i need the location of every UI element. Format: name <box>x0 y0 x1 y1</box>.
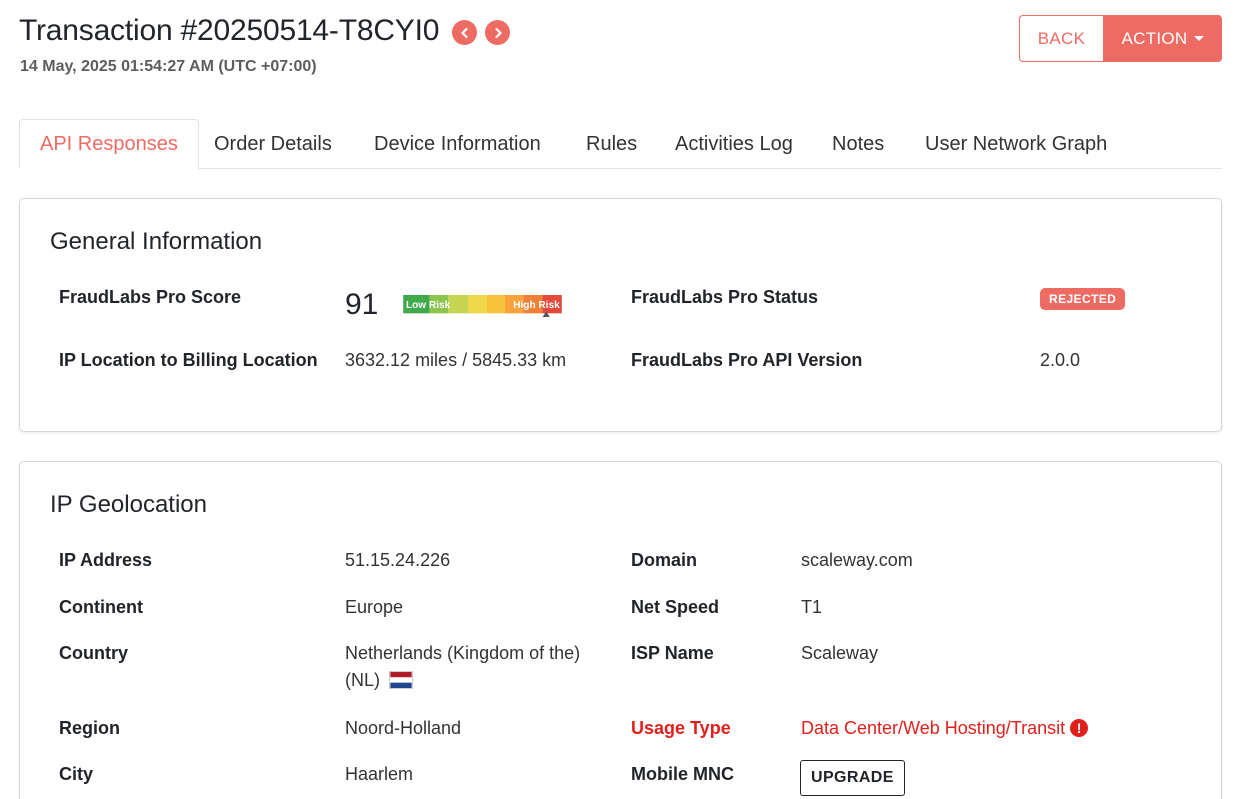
city-value: Haarlem <box>345 764 414 784</box>
net-speed-value: T1 <box>801 597 823 617</box>
country-value-line2-wrap: (NL) <box>345 670 414 691</box>
ip-geolocation-card: IP Geolocation IP Address 51.15.24.226 D… <box>19 461 1222 799</box>
chevron-left-icon <box>460 27 468 38</box>
chevron-right-icon <box>494 27 502 38</box>
tab-device-information[interactable]: Device Information <box>374 119 541 169</box>
risk-gauge: Low Risk High Risk <box>403 295 562 317</box>
continent-value: Europe <box>345 597 404 617</box>
api-version-label: FraudLabs Pro API Version <box>631 350 863 370</box>
upgrade-button[interactable]: UPGRADE <box>800 760 905 796</box>
region-label: Region <box>59 718 120 738</box>
net-speed-label: Net Speed <box>631 597 720 617</box>
isp-name-value: Scaleway <box>801 643 879 663</box>
api-version-value: 2.0.0 <box>1040 350 1081 370</box>
previous-transaction-button[interactable] <box>452 20 477 45</box>
tab-activities-log[interactable]: Activities Log <box>675 119 793 169</box>
tab-user-network-graph[interactable]: User Network Graph <box>925 119 1107 169</box>
country-label: Country <box>59 643 128 663</box>
status-badge: REJECTED <box>1040 288 1126 310</box>
country-value-line2: (NL) <box>345 670 380 690</box>
tab-notes[interactable]: Notes <box>832 119 884 169</box>
page-title: Transaction #20250514-T8CYI0 <box>19 14 440 47</box>
tab-rules[interactable]: Rules <box>586 119 637 169</box>
gauge-high-label: High Risk <box>513 300 560 311</box>
continent-label: Continent <box>59 597 143 617</box>
back-button[interactable]: BACK <box>1019 15 1104 62</box>
usage-type-label: Usage Type <box>631 718 731 738</box>
general-information-card: General Information FraudLabs Pro Score … <box>19 198 1222 432</box>
country-value-line1: Netherlands (Kingdom of the) <box>345 643 581 663</box>
domain-value: scaleway.com <box>801 550 913 570</box>
action-button-label: ACTION <box>1121 28 1188 48</box>
ip-address-value: 51.15.24.226 <box>345 550 451 570</box>
city-label: City <box>59 764 94 784</box>
isp-name-label: ISP Name <box>631 643 714 663</box>
region-value: Noord-Holland <box>345 718 462 738</box>
usage-type-value: Data Center/Web Hosting/Transit <box>801 718 1066 738</box>
action-dropdown-button[interactable]: ACTION <box>1103 15 1222 62</box>
mobile-mnc-label: Mobile MNC <box>631 764 734 784</box>
ip-geolocation-title: IP Geolocation <box>50 491 207 518</box>
exclamation-icon: ! <box>1070 719 1089 737</box>
caret-down-icon <box>1193 36 1204 41</box>
tab-api-responses[interactable]: API Responses <box>19 119 199 169</box>
score-label: FraudLabs Pro Score <box>59 287 242 307</box>
domain-label: Domain <box>631 550 698 570</box>
distance-value: 3632.12 miles / 5845.33 km <box>345 350 567 370</box>
netherlands-flag-icon <box>389 671 414 689</box>
score-value: 91 <box>345 288 379 321</box>
ip-address-label: IP Address <box>59 550 153 570</box>
tab-bar: API Responses Order Details Device Infor… <box>19 119 1222 169</box>
usage-type-value-wrap: Data Center/Web Hosting/Transit! <box>801 718 1089 739</box>
general-information-title: General Information <box>50 228 263 255</box>
status-label: FraudLabs Pro Status <box>631 287 819 307</box>
gauge-low-label: Low Risk <box>406 300 451 311</box>
next-transaction-button[interactable] <box>485 20 510 45</box>
tab-order-details[interactable]: Order Details <box>214 119 332 169</box>
transaction-datetime: 14 May, 2025 01:54:27 AM (UTC +07:00) <box>20 58 317 75</box>
distance-label: IP Location to Billing Location <box>59 350 318 370</box>
